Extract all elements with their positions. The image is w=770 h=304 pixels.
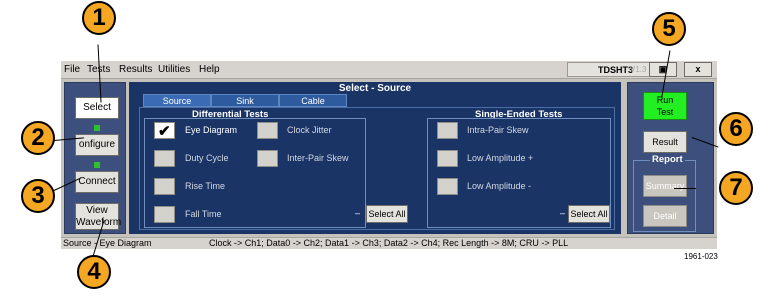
view-waveform-line2: Waveform — [76, 217, 122, 228]
app-version: V1.3 — [630, 65, 647, 74]
menu-results[interactable]: Results — [119, 64, 152, 75]
low-amplitude-plus-checkbox[interactable] — [437, 150, 458, 167]
duty-cycle-label: Duty Cycle — [185, 153, 229, 163]
intra-pair-skew-label: Intra-Pair Skew — [467, 125, 529, 135]
low-amplitude-minus-label: Low Amplitude - — [467, 181, 532, 191]
clock-jitter-label: Clock Jitter — [287, 125, 332, 135]
callout-2: 2 — [21, 121, 55, 155]
nav-step-arrow-icon — [94, 162, 100, 168]
view-waveform-line1: View — [86, 205, 108, 216]
report-title: Report — [650, 154, 685, 165]
tab-sink[interactable]: Sink — [211, 94, 279, 107]
close-button[interactable]: x — [684, 62, 712, 77]
menu-help[interactable]: Help — [199, 64, 220, 75]
single-ended-select-all-button[interactable]: Select All — [568, 205, 610, 223]
separator-dash: – — [560, 208, 566, 218]
callout-5: 5 — [652, 12, 686, 46]
checkmark-icon: ✔ — [158, 123, 171, 140]
low-amplitude-plus-label: Low Amplitude + — [467, 153, 534, 163]
run-test-button[interactable]: Run Test — [643, 92, 687, 120]
minimize-button[interactable]: ▣ — [649, 62, 677, 77]
intra-pair-skew-checkbox[interactable] — [437, 122, 458, 139]
low-amplitude-minus-checkbox[interactable] — [437, 178, 458, 195]
summary-button[interactable]: Summary — [643, 175, 687, 197]
callout-6: 6 — [719, 112, 753, 146]
tab-source[interactable]: Source — [143, 94, 211, 107]
connect-button[interactable]: Connect — [75, 171, 119, 193]
app-body: Select onfigure Connect View Waveform Se… — [61, 79, 717, 237]
clock-jitter-checkbox[interactable] — [257, 122, 278, 139]
differential-tests-group — [144, 118, 366, 228]
separator-dash: – — [355, 208, 361, 218]
left-nav-panel: Select onfigure Connect View Waveform — [64, 82, 126, 234]
status-config: Clock -> Ch1; Data0 -> Ch2; Data1 -> Ch3… — [209, 238, 569, 248]
close-icon: x — [695, 64, 701, 74]
app-name-box: TDSHT3 V1.3 — [567, 62, 655, 77]
tab-cable[interactable]: Cable — [279, 94, 347, 107]
eye-diagram-checkbox[interactable]: ✔ — [154, 122, 175, 140]
panel-title: Select - Source — [338, 83, 412, 94]
view-waveform-button[interactable]: View Waveform — [75, 203, 122, 230]
run-test-line2: Test — [656, 107, 674, 117]
select-source-panel: Select - Source Source Sink Cable Differ… — [129, 82, 621, 234]
rise-time-label: Rise Time — [185, 181, 226, 191]
callout-1: 1 — [82, 1, 116, 35]
select-button[interactable]: Select — [75, 97, 119, 119]
report-group: Report Summary Detail — [633, 154, 696, 232]
fall-time-checkbox[interactable] — [154, 206, 175, 223]
inter-pair-skew-label: Inter-Pair Skew — [287, 153, 349, 163]
fall-time-label: Fall Time — [185, 209, 222, 219]
status-bar: Source - Eye Diagram Clock -> Ch1; Data0… — [61, 237, 717, 249]
duty-cycle-checkbox[interactable] — [154, 150, 175, 167]
callout-4: 4 — [77, 255, 111, 289]
run-test-line1: Run — [656, 95, 674, 105]
eye-diagram-label: Eye Diagram — [185, 125, 238, 135]
result-button[interactable]: Result — [643, 131, 687, 153]
rise-time-checkbox[interactable] — [154, 178, 175, 195]
menu-bar: File Tests Results Utilities Help TDSHT3… — [61, 61, 717, 79]
callout-3: 3 — [21, 179, 55, 213]
tab-content: Differential Tests ✔ Eye Diagram Duty Cy… — [139, 107, 615, 230]
detail-button[interactable]: Detail — [643, 205, 687, 227]
callout-7: 7 — [719, 171, 753, 205]
figure-id: 1961-023 — [684, 252, 718, 261]
menu-file[interactable]: File — [64, 64, 80, 75]
app-name: TDSHT3 — [598, 65, 634, 75]
status-selection: Source - Eye Diagram — [63, 238, 152, 248]
menu-utilities[interactable]: Utilities — [158, 64, 190, 75]
nav-step-arrow-icon — [94, 125, 100, 131]
right-action-panel: Run Test Result Report Summary Detail — [627, 82, 714, 234]
inter-pair-skew-checkbox[interactable] — [257, 150, 278, 167]
differential-select-all-button[interactable]: Select All — [366, 205, 408, 223]
callout-7-line — [674, 188, 696, 189]
